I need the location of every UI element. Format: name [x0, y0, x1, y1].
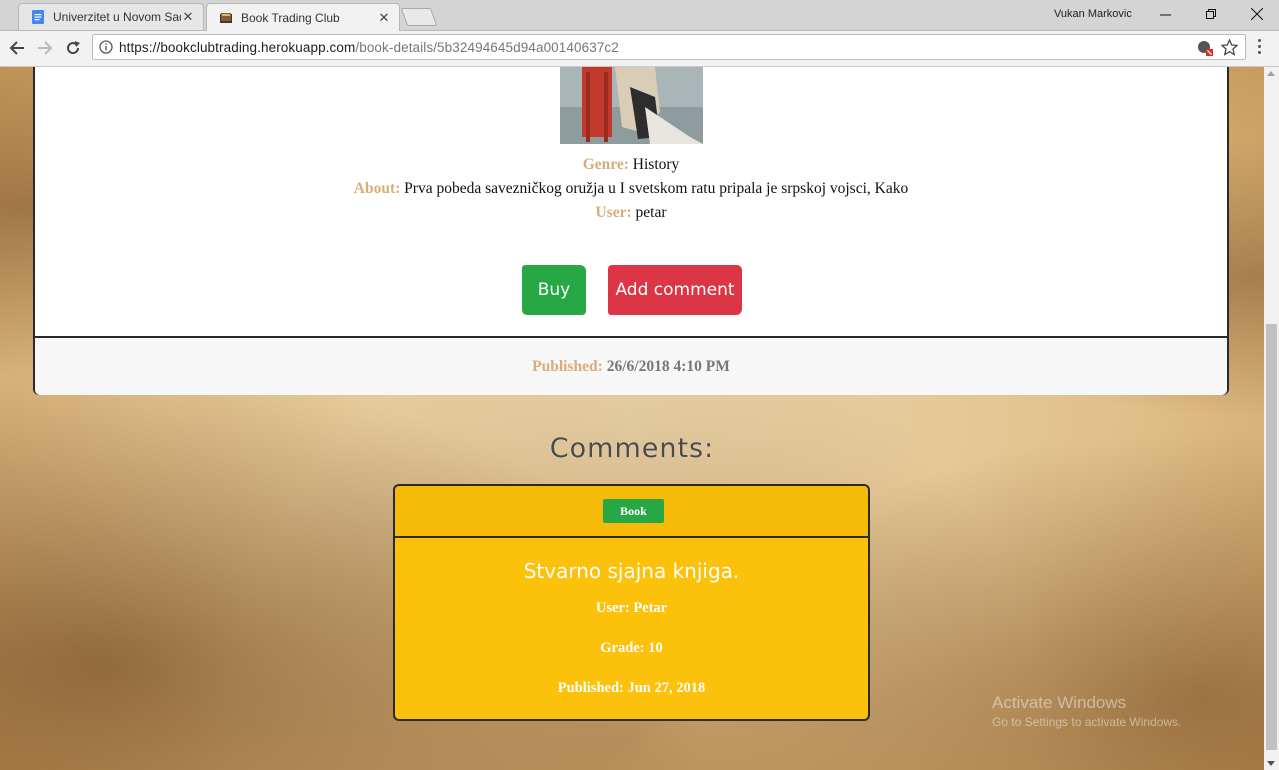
- close-icon[interactable]: ✕: [181, 9, 195, 25]
- restore-icon[interactable]: [1188, 3, 1234, 25]
- tab-book-trading-club[interactable]: Book Trading Club ✕: [206, 3, 400, 31]
- profile-name[interactable]: Vukan Markovic: [1054, 8, 1132, 20]
- comment-card: Book Stvarno sjajna knjiga. User: Petar …: [393, 484, 870, 721]
- cookie-blocked-icon[interactable]: [1197, 40, 1213, 56]
- url-text: https://bookclubtrading.herokuapp.com/bo…: [119, 40, 619, 55]
- page-content: Genre: History About: Prva pobeda savezn…: [0, 67, 1264, 770]
- book-icon: [220, 12, 232, 23]
- about-value: Prva pobeda savezničkog oružja u I svets…: [404, 180, 909, 197]
- comment-published: Published: Jun 27, 2018: [557, 680, 706, 696]
- comments-heading: Comments:: [549, 433, 715, 464]
- tab-strip: Univerzitet u Novom Sad ✕ Book Trading C…: [0, 0, 1279, 31]
- genre-line: Genre: History: [35, 156, 1227, 174]
- star-icon[interactable]: [1221, 39, 1238, 56]
- minimize-icon[interactable]: [1142, 3, 1188, 25]
- info-icon[interactable]: [99, 40, 113, 54]
- comment-title: Stvarno sjajna knjiga.: [523, 559, 740, 583]
- published-value: 26/6/2018 4:10 PM: [606, 357, 730, 375]
- scroll-down-icon[interactable]: [1267, 761, 1275, 766]
- user-label: User:: [595, 204, 632, 221]
- book-cover-image: [560, 67, 703, 144]
- tab-title: Book Trading Club: [241, 10, 340, 25]
- buy-button[interactable]: Buy: [522, 265, 586, 315]
- add-comment-button[interactable]: Add comment: [608, 265, 742, 315]
- published-footer: Published: 26/6/2018 4:10 PM: [35, 336, 1227, 395]
- address-bar[interactable]: https://bookclubtrading.herokuapp.com/bo…: [92, 34, 1246, 60]
- book-badge[interactable]: Book: [603, 499, 664, 523]
- comment-grade: Grade: 10: [600, 640, 663, 656]
- user-value: petar: [635, 204, 667, 221]
- tab-univerzitet[interactable]: Univerzitet u Novom Sad ✕: [18, 3, 204, 30]
- genre-value: History: [632, 156, 680, 173]
- activate-windows-watermark: Activate Windows Go to Settings to activ…: [992, 693, 1181, 729]
- close-icon[interactable]: ✕: [377, 10, 391, 26]
- docs-icon: [32, 10, 44, 24]
- comment-user: User: Petar: [595, 600, 668, 616]
- menu-icon[interactable]: [1258, 39, 1262, 57]
- book-details-card: Genre: History About: Prva pobeda savezn…: [33, 67, 1229, 395]
- forward-icon[interactable]: [33, 36, 57, 60]
- tab-title: Univerzitet u Novom Sad: [53, 10, 181, 24]
- genre-label: Genre:: [582, 156, 629, 173]
- about-line: About: Prva pobeda savezničkog oružja u …: [35, 180, 1227, 198]
- watermark-title: Activate Windows: [992, 693, 1127, 712]
- window-close-icon[interactable]: [1234, 3, 1279, 25]
- watermark-subtitle: Go to Settings to activate Windows.: [992, 715, 1182, 729]
- user-line: User: petar: [35, 204, 1227, 222]
- back-icon[interactable]: [5, 36, 29, 60]
- browser-toolbar: https://bookclubtrading.herokuapp.com/bo…: [0, 31, 1279, 67]
- new-tab-button[interactable]: [400, 8, 438, 26]
- scroll-up-icon[interactable]: [1267, 71, 1275, 76]
- about-label: About:: [353, 180, 401, 197]
- published-label: Published:: [532, 357, 603, 375]
- comment-header: Book: [395, 486, 868, 538]
- vertical-scrollbar[interactable]: [1264, 67, 1279, 770]
- reload-icon[interactable]: [61, 36, 85, 60]
- scrollbar-thumb[interactable]: [1266, 324, 1277, 750]
